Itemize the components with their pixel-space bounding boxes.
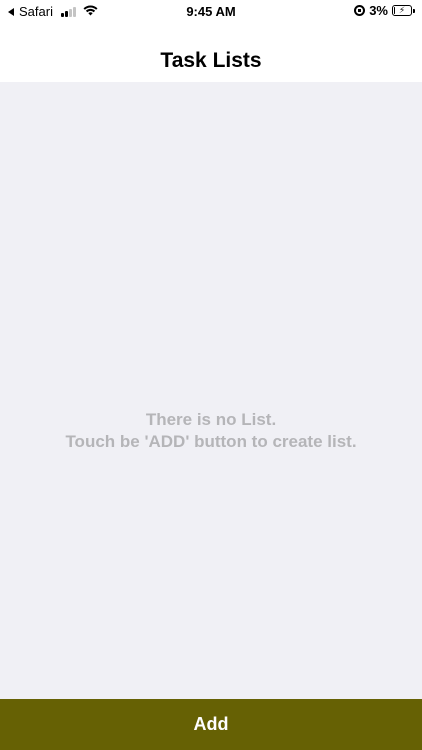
charging-bolt-icon: ⚡	[398, 5, 406, 15]
screen: Safari 9:45 AM 3% ⚡ Task Lists There is …	[0, 0, 422, 750]
task-lists-content: There is no List. Touch be 'ADD' button …	[0, 82, 422, 699]
status-bar: Safari 9:45 AM 3% ⚡	[0, 0, 422, 24]
page-title: Task Lists	[160, 49, 262, 72]
empty-state-message: There is no List. Touch be 'ADD' button …	[0, 409, 422, 453]
rotation-lock-icon	[354, 5, 366, 16]
nav-bar: Task Lists	[0, 24, 422, 82]
empty-state-line-1: There is no List.	[145, 410, 277, 429]
empty-state-line-2: Touch be 'ADD' button to create list.	[65, 432, 357, 451]
status-right: 3% ⚡	[354, 3, 415, 18]
battery-fill	[394, 7, 395, 14]
battery-percent: 3%	[369, 3, 388, 18]
battery-icon: ⚡	[392, 5, 415, 16]
add-list-button[interactable]: Add	[0, 699, 422, 750]
